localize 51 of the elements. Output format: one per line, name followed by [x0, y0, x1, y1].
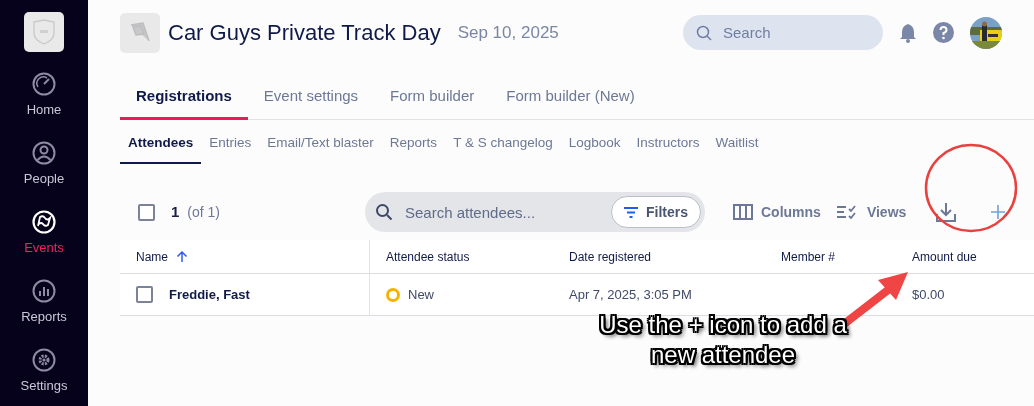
subtab[interactable]: Reports — [381, 133, 446, 165]
subtab[interactable]: Email/Text blaster — [259, 133, 382, 165]
bell-icon[interactable] — [899, 22, 917, 43]
sidebar-item[interactable]: Reports — [0, 268, 88, 337]
person-icon — [32, 140, 56, 165]
attendee-name[interactable]: Freddie, Fast — [169, 285, 250, 305]
event-title: Car Guys Private Track Day — [168, 19, 441, 47]
tab[interactable]: Form builder (New) — [490, 75, 651, 120]
result-total: (of 1) — [187, 202, 221, 222]
search-field[interactable]: Search — [683, 15, 883, 50]
list-check-icon — [836, 205, 859, 220]
result-count: 1 — [171, 202, 180, 222]
subtab[interactable]: Attendees — [120, 133, 202, 165]
subtab[interactable]: Waitlist — [707, 133, 767, 165]
column-header[interactable]: Name — [136, 247, 168, 266]
tab[interactable]: Registrations — [120, 75, 248, 120]
column-header[interactable]: Member # — [781, 247, 836, 266]
columns-icon — [733, 204, 753, 221]
select-all-checkbox[interactable] — [138, 203, 155, 221]
subtab[interactable]: Entries — [201, 133, 260, 165]
filters-button[interactable]: Filters — [611, 196, 701, 229]
tab[interactable]: Event settings — [247, 75, 375, 120]
subtab[interactable]: Instructors — [628, 133, 708, 165]
views-button[interactable]: Views — [832, 201, 911, 223]
column-header[interactable]: Attendee status — [386, 247, 470, 266]
search-icon — [696, 25, 712, 41]
flag-icon — [120, 12, 160, 53]
tab[interactable]: Form builder — [374, 75, 491, 120]
subtab[interactable]: Logbook — [560, 133, 629, 165]
sidebar-item[interactable]: People — [0, 130, 88, 199]
column-header[interactable]: Date registered — [569, 247, 652, 266]
search-icon — [375, 203, 393, 222]
logo-icon — [24, 12, 64, 52]
table-cell-text: $0.00 — [912, 286, 945, 304]
event-date: Sep 10, 2025 — [457, 21, 559, 44]
columns-button[interactable]: Columns — [729, 201, 825, 223]
subtab[interactable]: T & S changelog — [445, 133, 561, 165]
flag-icon — [32, 209, 56, 234]
column-header[interactable]: Amount due — [912, 247, 977, 266]
sort-arrow-icon[interactable] — [176, 250, 188, 263]
table-cell-text: Apr 7, 2025, 3:05 PM — [569, 286, 692, 304]
status-text: New — [408, 286, 434, 304]
gear-icon — [32, 347, 56, 372]
sidebar-item[interactable]: Home — [0, 61, 88, 130]
sidebar-item[interactable]: Settings — [0, 337, 88, 406]
sidebar-item[interactable]: Events — [0, 199, 88, 268]
chart-icon — [32, 278, 56, 303]
row-checkbox[interactable] — [136, 286, 153, 304]
filter-icon — [624, 206, 638, 218]
help-icon[interactable] — [933, 22, 954, 43]
gauge-icon — [32, 71, 56, 96]
